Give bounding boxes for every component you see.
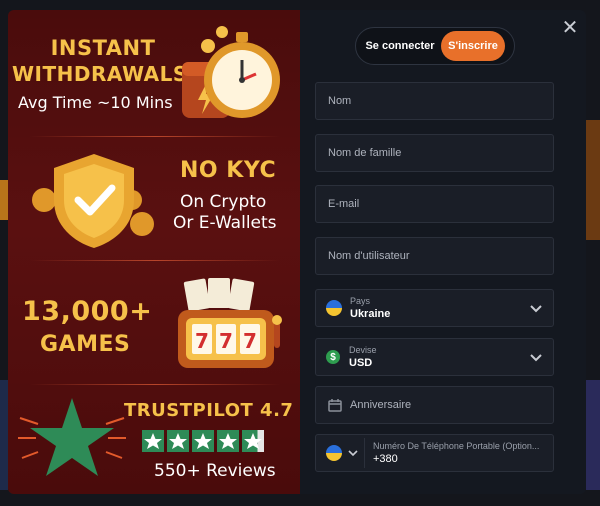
promo-divider bbox=[30, 260, 280, 261]
star-icon bbox=[142, 430, 164, 452]
country-label: Pays bbox=[350, 296, 371, 306]
signup-tab[interactable]: S'inscrire bbox=[441, 31, 505, 61]
signup-modal: INSTANT WITHDRAWALS Avg Time ~10 Mins NO… bbox=[8, 10, 586, 494]
currency-label: Devise bbox=[349, 345, 377, 355]
star-icon bbox=[217, 430, 239, 452]
phone-text: Numéro De Téléphone Portable (Option... … bbox=[373, 441, 539, 465]
name-field[interactable]: Nom bbox=[315, 82, 554, 120]
username-field[interactable]: Nom d'utilisateur bbox=[315, 237, 554, 275]
promo-kyc: NO KYC On Crypto Or E-Wallets bbox=[8, 138, 300, 260]
promo-trustpilot: TRUSTPILOT 4.7 550+ Reviews bbox=[8, 386, 300, 494]
kyc-line1: On Crypto bbox=[180, 192, 267, 212]
background-tile bbox=[586, 120, 600, 240]
country-value: Ukraine bbox=[350, 308, 391, 320]
kyc-line2: Or E-Wallets bbox=[173, 213, 277, 233]
birthday-placeholder: Anniversaire bbox=[350, 399, 412, 411]
slot-machine-icon: 7 7 7 bbox=[178, 278, 282, 368]
promo-games: 13,000+ GAMES 7 7 7 bbox=[8, 262, 300, 384]
dollar-icon: $ bbox=[326, 350, 340, 364]
background-tile bbox=[0, 380, 8, 490]
trustpilot-star-icon bbox=[18, 398, 126, 476]
background-tile bbox=[586, 380, 600, 490]
promo-panel: INSTANT WITHDRAWALS Avg Time ~10 Mins NO… bbox=[8, 10, 300, 494]
withdrawals-subtitle: Avg Time ~10 Mins bbox=[18, 93, 173, 112]
games-count: 13,000+ bbox=[22, 296, 153, 327]
ukraine-flag-icon bbox=[326, 300, 342, 316]
stopwatch-wallet-icon bbox=[182, 26, 280, 118]
star-icon bbox=[192, 430, 214, 452]
star-icon bbox=[242, 430, 264, 452]
name-placeholder: Nom bbox=[328, 95, 352, 107]
withdrawals-title-line1: INSTANT bbox=[50, 36, 156, 60]
trustpilot-title: TRUSTPILOT 4.7 bbox=[124, 400, 294, 421]
promo-withdrawals: INSTANT WITHDRAWALS Avg Time ~10 Mins bbox=[8, 10, 300, 135]
withdrawals-title-line2: WITHDRAWALS bbox=[12, 62, 188, 86]
signup-form-pane: Se connecter S'inscrire ✕ Nom Nom de fam… bbox=[300, 10, 586, 494]
birthday-field[interactable]: Anniversaire bbox=[315, 386, 554, 424]
trustpilot-stars bbox=[142, 430, 264, 452]
country-text: Pays Ukraine bbox=[350, 296, 390, 320]
background-tile bbox=[0, 180, 8, 220]
surname-placeholder: Nom de famille bbox=[328, 147, 402, 159]
ukraine-flag-icon bbox=[326, 445, 342, 461]
phone-value: +380 bbox=[373, 453, 398, 465]
chevron-down-icon bbox=[348, 450, 358, 457]
svg-text:7: 7 bbox=[243, 329, 257, 353]
currency-select[interactable]: $ Devise USD bbox=[315, 338, 554, 376]
promo-divider bbox=[30, 384, 280, 385]
svg-text:7: 7 bbox=[195, 329, 209, 353]
svg-text:7: 7 bbox=[219, 329, 233, 353]
shield-check-icon bbox=[32, 154, 154, 248]
chevron-down-icon bbox=[530, 305, 542, 313]
phone-field[interactable]: Numéro De Téléphone Portable (Option... … bbox=[315, 434, 554, 472]
calendar-icon bbox=[328, 399, 342, 412]
kyc-title: NO KYC bbox=[180, 158, 277, 183]
username-placeholder: Nom d'utilisateur bbox=[328, 250, 410, 262]
email-field[interactable]: E-mail bbox=[315, 185, 554, 223]
currency-value: USD bbox=[349, 357, 373, 369]
auth-toggle: Se connecter S'inscrire bbox=[355, 27, 515, 65]
chevron-down-icon bbox=[530, 354, 542, 362]
currency-text: Devise USD bbox=[349, 345, 377, 369]
login-tab[interactable]: Se connecter bbox=[359, 31, 441, 61]
trustpilot-reviews: 550+ Reviews bbox=[154, 461, 276, 481]
close-icon[interactable]: ✕ bbox=[560, 18, 580, 38]
games-title: GAMES bbox=[40, 332, 131, 357]
surname-field[interactable]: Nom de famille bbox=[315, 134, 554, 172]
country-select[interactable]: Pays Ukraine bbox=[315, 289, 554, 327]
star-icon bbox=[167, 430, 189, 452]
phone-country-picker[interactable] bbox=[326, 438, 365, 468]
phone-label: Numéro De Téléphone Portable (Option... bbox=[373, 441, 540, 451]
promo-divider bbox=[30, 136, 280, 137]
email-placeholder: E-mail bbox=[328, 198, 360, 210]
